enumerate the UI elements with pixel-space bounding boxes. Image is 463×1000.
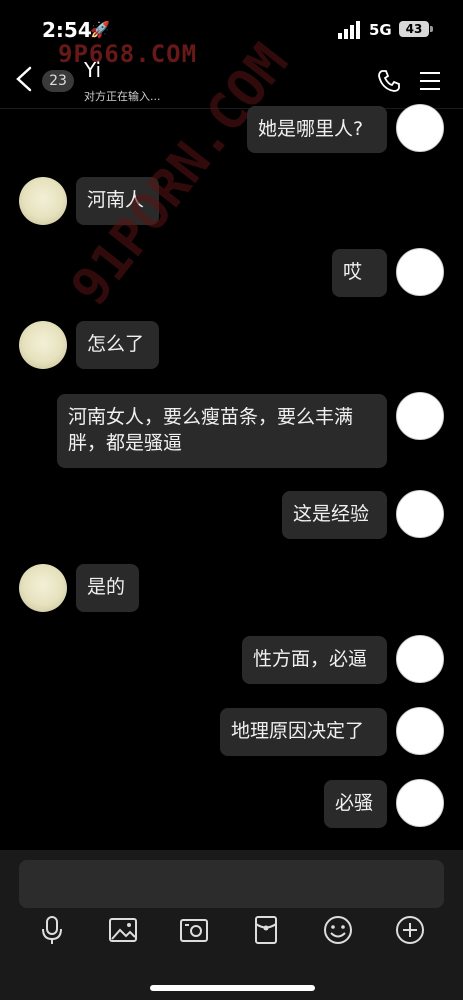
red-packet-icon[interactable]	[250, 914, 282, 946]
message-bubble-received[interactable]: 河南人	[76, 177, 159, 225]
contact-avatar[interactable]	[19, 321, 67, 369]
message-bubble-received[interactable]: 怎么了	[76, 321, 159, 369]
network-type: 5G	[369, 21, 392, 39]
message-bubble-sent[interactable]: 哎	[332, 249, 387, 297]
rocket-icon: 🚀	[90, 20, 110, 39]
typing-status: 对方正在输入...	[84, 90, 161, 103]
home-indicator	[150, 985, 315, 991]
my-avatar[interactable]	[396, 707, 444, 755]
message-bubble-sent[interactable]: 河南女人，要么瘦苗条，要么丰满胖，都是骚逼	[57, 394, 387, 468]
emoji-icon[interactable]	[322, 914, 354, 946]
message-bubble-received[interactable]: 是的	[76, 564, 139, 612]
my-avatar[interactable]	[396, 392, 444, 440]
battery-indicator: 43	[399, 21, 433, 37]
signal-icon	[338, 21, 360, 39]
camera-icon[interactable]	[178, 914, 210, 946]
message-bubble-sent[interactable]: 性方面，必逼	[242, 636, 387, 684]
plus-icon[interactable]	[394, 914, 426, 946]
unread-count-badge[interactable]: 23	[42, 70, 74, 92]
menu-icon[interactable]	[418, 70, 442, 92]
microphone-icon[interactable]	[36, 914, 68, 946]
phone-icon[interactable]	[376, 68, 402, 94]
contact-avatar[interactable]	[19, 564, 67, 612]
message-input[interactable]	[19, 860, 444, 908]
back-chevron-icon[interactable]	[12, 64, 38, 94]
my-avatar[interactable]	[396, 779, 444, 827]
message-bubble-sent[interactable]: 这是经验	[282, 491, 387, 539]
image-icon[interactable]	[107, 914, 139, 946]
my-avatar[interactable]	[396, 490, 444, 538]
message-bubble-sent[interactable]: 地理原因决定了	[220, 708, 387, 756]
my-avatar[interactable]	[396, 248, 444, 296]
status-time: 2:54	[42, 18, 92, 42]
contact-name: Yi	[84, 58, 102, 82]
message-bubble-sent[interactable]: 必骚	[324, 780, 387, 828]
chat-header: 23 Yi 对方正在输入...	[0, 52, 463, 109]
my-avatar[interactable]	[396, 104, 444, 152]
message-bubble-sent[interactable]: 她是哪里人?	[247, 106, 387, 153]
my-avatar[interactable]	[396, 635, 444, 683]
composer-bar	[0, 850, 463, 1000]
contact-avatar[interactable]	[19, 177, 67, 225]
